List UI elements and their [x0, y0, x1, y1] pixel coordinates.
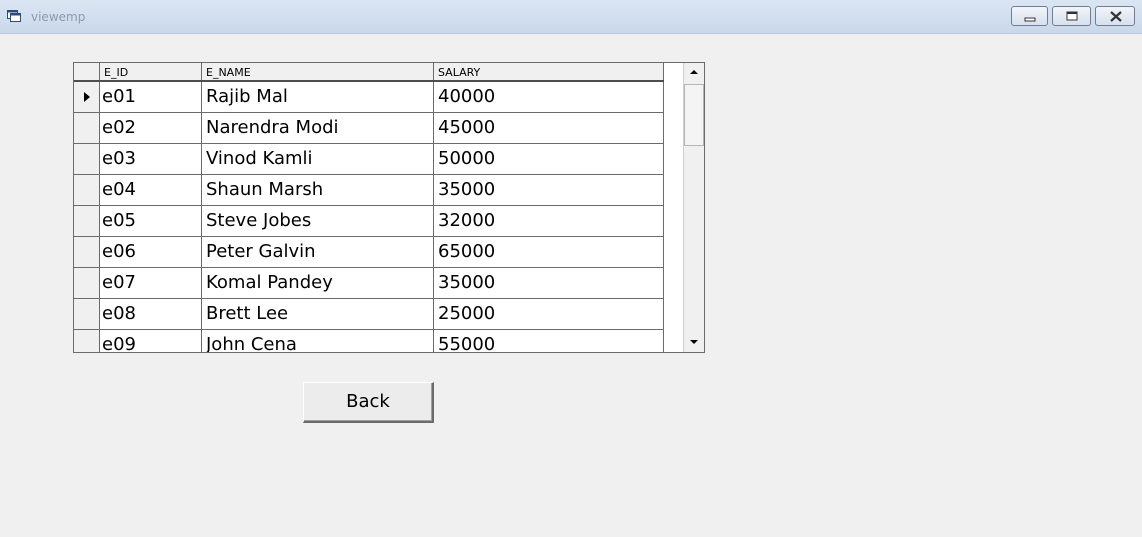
- table-row[interactable]: e01 Rajib Mal 40000: [74, 82, 664, 113]
- cell-e-id[interactable]: e05: [100, 206, 202, 236]
- viewemp-window: viewemp E_ID E_NAME SALARY e01 Rajib Mal…: [0, 0, 1142, 537]
- cell-e-name[interactable]: Narendra Modi: [202, 113, 434, 143]
- cell-e-name[interactable]: Brett Lee: [202, 299, 434, 329]
- scroll-down-button[interactable]: [684, 332, 704, 352]
- back-button[interactable]: Back: [303, 382, 434, 423]
- employee-data-grid[interactable]: E_ID E_NAME SALARY e01 Rajib Mal 40000 e…: [73, 62, 705, 353]
- row-selector[interactable]: [74, 206, 100, 236]
- cell-salary[interactable]: 55000: [434, 330, 664, 352]
- cell-e-id[interactable]: e07: [100, 268, 202, 298]
- table-row[interactable]: e03 Vinod Kamli 50000: [74, 144, 664, 175]
- table-row[interactable]: e05 Steve Jobes 32000: [74, 206, 664, 237]
- cell-e-name[interactable]: Rajib Mal: [202, 82, 434, 112]
- table-row[interactable]: e07 Komal Pandey 35000: [74, 268, 664, 299]
- row-selector[interactable]: [74, 237, 100, 267]
- cell-e-id[interactable]: e02: [100, 113, 202, 143]
- maximize-button[interactable]: [1052, 6, 1091, 26]
- row-selector[interactable]: [74, 299, 100, 329]
- scroll-down-arrow-icon: [690, 340, 698, 344]
- vertical-scrollbar[interactable]: [683, 63, 704, 352]
- cell-e-name[interactable]: Komal Pandey: [202, 268, 434, 298]
- table-row[interactable]: e06 Peter Galvin 65000: [74, 237, 664, 268]
- cell-salary[interactable]: 50000: [434, 144, 664, 174]
- grid-viewport: E_ID E_NAME SALARY e01 Rajib Mal 40000 e…: [74, 63, 664, 352]
- row-selector[interactable]: [74, 144, 100, 174]
- cell-e-id[interactable]: e04: [100, 175, 202, 205]
- row-selector[interactable]: [74, 330, 100, 352]
- table-row[interactable]: e08 Brett Lee 25000: [74, 299, 664, 330]
- cell-e-id[interactable]: e06: [100, 237, 202, 267]
- row-selector[interactable]: [74, 268, 100, 298]
- row-selector[interactable]: [74, 113, 100, 143]
- table-row[interactable]: e04 Shaun Marsh 35000: [74, 175, 664, 206]
- cell-salary[interactable]: 35000: [434, 268, 664, 298]
- scroll-thumb[interactable]: [684, 84, 704, 146]
- window-app-icon: [7, 10, 21, 22]
- grid-rows: e01 Rajib Mal 40000 e02 Narendra Modi 45…: [74, 82, 664, 352]
- scroll-up-arrow-icon: [690, 70, 698, 74]
- row-selector[interactable]: [74, 82, 100, 112]
- cell-salary[interactable]: 65000: [434, 237, 664, 267]
- maximize-icon: [1066, 11, 1078, 21]
- row-selector-header[interactable]: [74, 63, 100, 80]
- cell-salary[interactable]: 25000: [434, 299, 664, 329]
- cell-e-name[interactable]: Shaun Marsh: [202, 175, 434, 205]
- minimize-button[interactable]: [1011, 6, 1048, 26]
- cell-e-name[interactable]: John Cena: [202, 330, 434, 352]
- close-button[interactable]: [1095, 6, 1135, 26]
- table-row[interactable]: e09 John Cena 55000: [74, 330, 664, 352]
- grid-header-row: E_ID E_NAME SALARY: [74, 63, 664, 82]
- window-title: viewemp: [31, 10, 86, 24]
- scroll-up-button[interactable]: [684, 63, 704, 83]
- cell-salary[interactable]: 35000: [434, 175, 664, 205]
- minimize-icon: [1024, 17, 1036, 22]
- cell-e-name[interactable]: Steve Jobes: [202, 206, 434, 236]
- cell-e-id[interactable]: e08: [100, 299, 202, 329]
- cell-e-id[interactable]: e01: [100, 82, 202, 112]
- column-header-e-name[interactable]: E_NAME: [202, 63, 434, 80]
- table-row[interactable]: e02 Narendra Modi 45000: [74, 113, 664, 144]
- cell-e-name[interactable]: Peter Galvin: [202, 237, 434, 267]
- close-icon: [1110, 11, 1122, 22]
- cell-salary[interactable]: 40000: [434, 82, 664, 112]
- row-pointer-icon: [84, 92, 90, 102]
- cell-salary[interactable]: 45000: [434, 113, 664, 143]
- cell-e-id[interactable]: e09: [100, 330, 202, 352]
- cell-salary[interactable]: 32000: [434, 206, 664, 236]
- title-bar[interactable]: viewemp: [0, 0, 1142, 34]
- column-header-salary[interactable]: SALARY: [434, 63, 664, 80]
- cell-e-id[interactable]: e03: [100, 144, 202, 174]
- row-selector[interactable]: [74, 175, 100, 205]
- cell-e-name[interactable]: Vinod Kamli: [202, 144, 434, 174]
- column-header-e-id[interactable]: E_ID: [100, 63, 202, 80]
